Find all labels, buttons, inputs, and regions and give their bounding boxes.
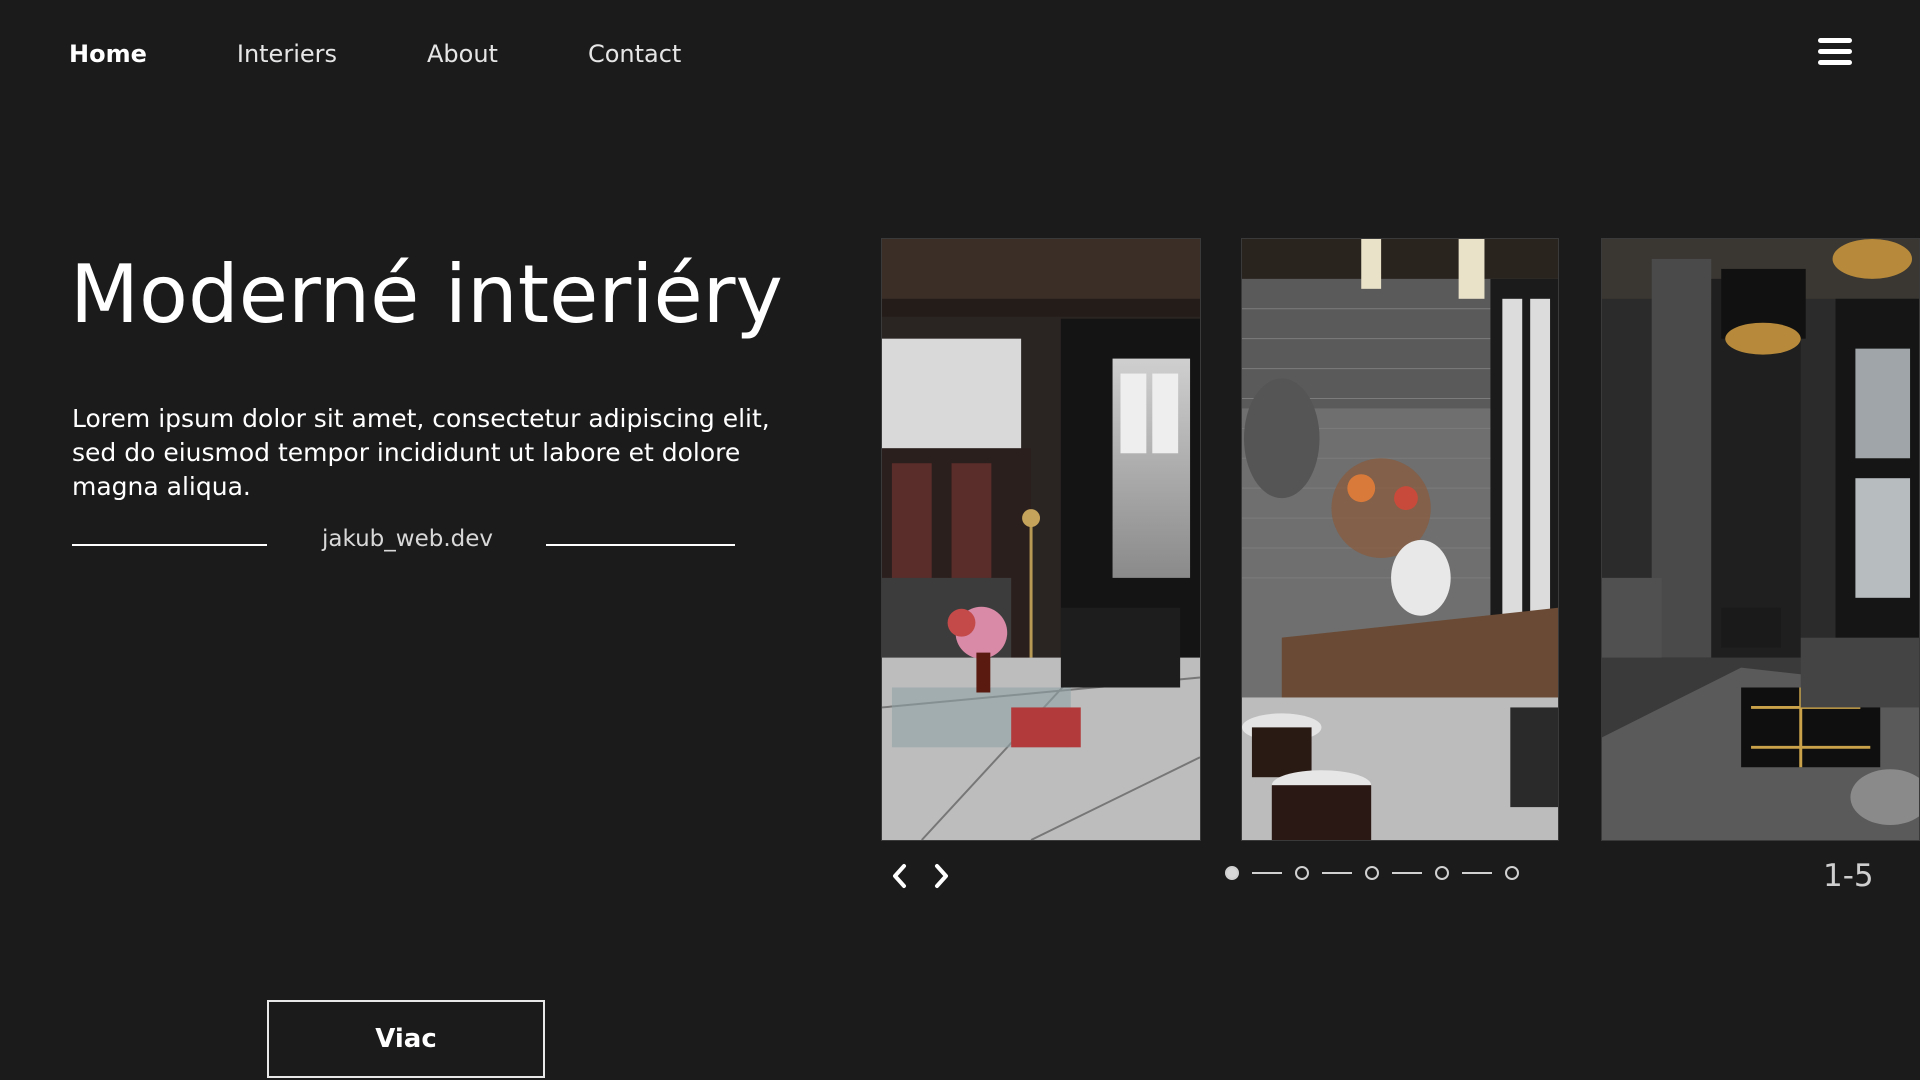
pagination-dot-5[interactable] <box>1505 866 1519 880</box>
interior-image-3 <box>1602 239 1919 840</box>
divider-line-right <box>546 544 735 546</box>
pagination-dot-2[interactable] <box>1295 866 1309 880</box>
divider-line-left <box>72 544 267 546</box>
interior-image-1 <box>882 239 1200 840</box>
pagination-separator <box>1462 872 1492 874</box>
pagination-separator <box>1392 872 1422 874</box>
interior-image-2 <box>1242 239 1558 840</box>
slide-interior-1[interactable] <box>881 238 1201 841</box>
signature-divider: jakub_web.dev <box>72 526 735 556</box>
slider-pagination <box>1225 866 1519 880</box>
slide-counter: 1-5 <box>1823 858 1874 894</box>
nav-about-link[interactable]: About <box>427 40 498 68</box>
pagination-dot-1[interactable] <box>1225 866 1239 880</box>
pagination-dot-4[interactable] <box>1435 866 1449 880</box>
hero-description: Lorem ipsum dolor sit amet, consectetur … <box>72 404 770 501</box>
pagination-separator <box>1322 872 1352 874</box>
main-nav: Home Interiers About Contact <box>69 40 771 68</box>
nav-home-link[interactable]: Home <box>69 40 147 68</box>
signature-text: jakub_web.dev <box>322 526 494 552</box>
hero-title: Moderné interiéry <box>70 248 783 341</box>
pagination-separator <box>1252 872 1282 874</box>
nav-contact-link[interactable]: Contact <box>588 40 681 68</box>
hamburger-menu-icon[interactable] <box>1818 38 1852 68</box>
chevron-left-icon[interactable] <box>888 862 912 890</box>
pagination-dot-3[interactable] <box>1365 866 1379 880</box>
chevron-right-icon[interactable] <box>929 862 953 890</box>
slider-arrows <box>888 862 970 890</box>
nav-interiers-link[interactable]: Interiers <box>237 40 337 68</box>
more-button[interactable]: Viac <box>267 1000 545 1078</box>
slide-interior-2[interactable] <box>1241 238 1559 841</box>
slide-interior-3[interactable] <box>1601 238 1920 841</box>
